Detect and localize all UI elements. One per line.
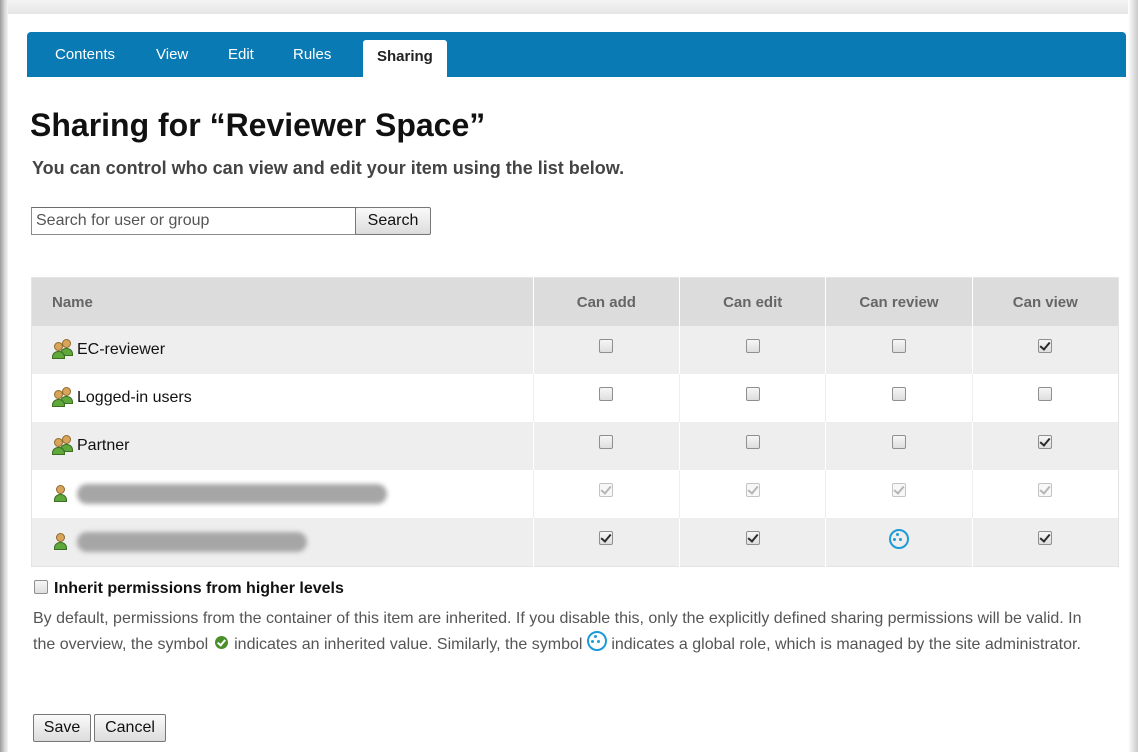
inherit-permissions-checkbox[interactable]: [34, 579, 48, 594]
redacted-name: [77, 532, 307, 552]
tab-contents[interactable]: Contents: [55, 46, 115, 63]
row-name-cell: [31, 518, 534, 567]
permission-cell-can-add: [532, 518, 680, 567]
user-icon: [50, 531, 74, 550]
can-view-checkbox[interactable]: [1038, 386, 1053, 401]
can-edit-checkbox[interactable]: [745, 386, 760, 401]
column-header-can-review: Can review: [825, 277, 973, 326]
help-text-part-3: indicates a global role, which is manage…: [611, 635, 1081, 653]
window-left-edge: [0, 0, 8, 752]
permission-cell-can-view: [971, 422, 1119, 470]
can-review-checkbox: [891, 482, 906, 497]
tab-sharing[interactable]: Sharing: [363, 40, 447, 77]
search-input[interactable]: [31, 207, 357, 235]
permission-cell-can-edit: [678, 422, 826, 470]
cancel-button[interactable]: Cancel: [94, 714, 166, 742]
permission-cell-can-view: [971, 326, 1119, 374]
can-view-checkbox[interactable]: [1038, 530, 1053, 545]
can-edit-checkbox[interactable]: [745, 530, 760, 545]
inherit-help-text: By default, permissions from the contain…: [33, 606, 1108, 657]
table-row: Partner: [31, 422, 1119, 470]
permission-cell-can-view: [971, 518, 1119, 567]
tab-edit[interactable]: Edit: [228, 46, 254, 63]
group-icon: [50, 338, 74, 359]
permission-cell-can-edit: [678, 374, 826, 422]
tab-view[interactable]: View: [156, 46, 188, 63]
can-add-checkbox[interactable]: [599, 338, 614, 353]
row-name-cell: Logged-in users: [31, 374, 534, 422]
inherit-permissions-option[interactable]: Inherit permissions from higher levels: [34, 579, 344, 598]
can-review-checkbox[interactable]: [891, 386, 906, 401]
global-role-icon: [586, 631, 607, 652]
can-edit-checkbox[interactable]: [745, 338, 760, 353]
permission-cell-can-review: [825, 374, 973, 422]
column-header-can-add: Can add: [532, 277, 680, 326]
table-row: [31, 470, 1119, 518]
row-name-cell: Partner: [31, 422, 534, 470]
permission-cell-can-edit: [678, 326, 826, 374]
permission-cell-can-view: [971, 374, 1119, 422]
column-header-can-view: Can view: [971, 277, 1119, 326]
permission-cell-can-review: [825, 326, 973, 374]
permission-cell-can-review: [825, 422, 973, 470]
principal-name: Logged-in users: [77, 389, 192, 407]
group-icon: [50, 434, 74, 455]
permission-cell-can-add: [532, 470, 680, 518]
can-review-checkbox[interactable]: [891, 434, 906, 449]
can-view-checkbox: [1038, 482, 1053, 497]
can-add-checkbox[interactable]: [599, 434, 614, 449]
permission-cell-can-view: [971, 470, 1119, 518]
column-header-name: Name: [31, 277, 534, 326]
page-subtitle: You can control who can view and edit yo…: [32, 158, 625, 178]
inherit-permissions-label: Inherit permissions from higher levels: [54, 580, 344, 597]
tab-bar: Contents View Edit Rules Sharing: [27, 32, 1126, 77]
permission-cell-can-add: [532, 326, 680, 374]
page-title: Sharing for “Reviewer Space”: [30, 107, 486, 143]
save-button[interactable]: Save: [33, 714, 91, 742]
principal-name: EC-reviewer: [77, 341, 166, 359]
table-row: EC-reviewer: [31, 326, 1119, 374]
redacted-name: [77, 484, 387, 504]
window-top-edge: [0, 0, 1138, 14]
can-edit-checkbox[interactable]: [745, 434, 760, 449]
inherited-check-icon: [214, 635, 228, 649]
can-add-checkbox[interactable]: [599, 530, 614, 545]
can-add-checkbox: [599, 482, 614, 497]
global-role-icon: [888, 529, 909, 549]
permission-cell-can-review: [825, 470, 973, 518]
group-icon: [50, 386, 74, 407]
permission-cell-can-add: [532, 374, 680, 422]
permission-cell-can-review: [825, 518, 973, 567]
column-header-can-edit: Can edit: [678, 277, 826, 326]
can-view-checkbox[interactable]: [1038, 434, 1053, 449]
permission-cell-can-edit: [678, 470, 826, 518]
table-header-row: Name Can add Can edit Can review Can vie…: [31, 277, 1119, 326]
row-name-cell: [31, 470, 534, 518]
table-row: [31, 518, 1119, 567]
sharing-table: Name Can add Can edit Can review Can vie…: [31, 277, 1119, 567]
user-icon: [50, 483, 74, 502]
can-review-checkbox[interactable]: [891, 338, 906, 353]
tab-rules[interactable]: Rules: [293, 46, 331, 63]
can-add-checkbox[interactable]: [599, 386, 614, 401]
can-view-checkbox[interactable]: [1038, 338, 1053, 353]
search-button[interactable]: Search: [355, 207, 431, 235]
can-edit-checkbox: [745, 482, 760, 497]
row-name-cell: EC-reviewer: [31, 326, 534, 374]
table-row: Logged-in users: [31, 374, 1119, 422]
window-right-edge: [1128, 0, 1138, 752]
help-text-part-2: indicates an inherited value. Similarly,…: [234, 635, 583, 653]
permission-cell-can-add: [532, 422, 680, 470]
permission-cell-can-edit: [678, 518, 826, 567]
principal-name: Partner: [77, 437, 130, 455]
